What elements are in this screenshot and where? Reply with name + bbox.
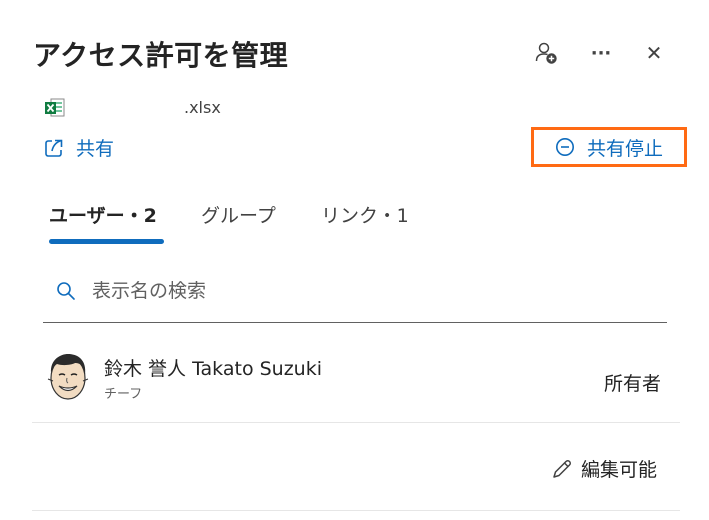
tab-groups[interactable]: グループ <box>201 201 276 228</box>
share-icon <box>45 139 63 157</box>
pencil-icon <box>553 459 571 478</box>
tab-users[interactable]: ユーザー・2 <box>49 201 157 228</box>
user-name: 鈴木 誉人 Takato Suzuki <box>104 358 323 380</box>
file-name: .xlsx <box>184 98 221 117</box>
more-button[interactable]: ··· <box>584 36 618 70</box>
file-info <box>44 98 66 118</box>
avatar <box>47 351 89 403</box>
stop-sharing-label: 共有停止 <box>586 137 663 160</box>
edit-permission-button[interactable]: 編集可能 <box>551 455 657 482</box>
page-title: アクセス許可を管理 <box>33 39 289 72</box>
person-add-icon <box>535 42 557 64</box>
add-person-button[interactable] <box>529 36 563 70</box>
permission-label: 編集可能 <box>581 459 658 481</box>
excel-file-icon <box>45 98 65 117</box>
active-tab-indicator <box>49 239 164 244</box>
search-icon <box>57 282 75 300</box>
user-title: チーフ <box>104 387 143 402</box>
search-underline <box>43 322 667 323</box>
more-icon: ··· <box>590 42 612 64</box>
share-button[interactable]: 共有 <box>44 134 114 161</box>
close-button[interactable]: ✕ <box>637 36 671 70</box>
minus-circle-icon <box>555 138 574 156</box>
tab-links[interactable]: リンク・1 <box>321 201 409 228</box>
bottom-divider <box>32 510 680 511</box>
search-box[interactable] <box>56 279 614 303</box>
search-input[interactable] <box>90 279 614 303</box>
share-label: 共有 <box>76 138 115 160</box>
row-divider <box>32 422 680 423</box>
user-role: 所有者 <box>604 373 662 395</box>
close-icon: ✕ <box>645 41 663 65</box>
stop-sharing-button[interactable]: 共有停止 <box>531 127 687 167</box>
